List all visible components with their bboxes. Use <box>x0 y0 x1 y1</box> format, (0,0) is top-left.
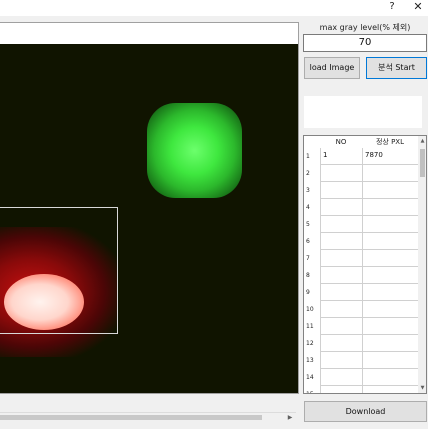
table-row[interactable]: 10 <box>304 301 418 318</box>
horizontal-scrollbar[interactable]: ▶ <box>0 412 296 422</box>
cell-no[interactable] <box>320 165 362 182</box>
table-row[interactable]: 2 <box>304 165 418 182</box>
cell-pxl[interactable] <box>362 386 418 393</box>
table-row[interactable]: 15 <box>304 386 418 393</box>
row-number: 3 <box>306 187 310 194</box>
scroll-right-arrow-icon[interactable]: ▶ <box>284 413 296 422</box>
max-gray-level-label: max gray level(% 제외) <box>319 23 411 32</box>
title-bar: ? ✕ <box>0 0 428 16</box>
image-viewer[interactable] <box>0 22 299 394</box>
row-number: 4 <box>306 204 310 211</box>
download-button[interactable]: Download <box>304 401 427 422</box>
cell-pxl[interactable] <box>362 318 418 335</box>
cell-pxl[interactable] <box>362 284 418 301</box>
cell-no[interactable] <box>320 318 362 335</box>
cell-pxl[interactable] <box>362 335 418 352</box>
results-table[interactable]: NO 정상 PXL 11787023456789101112131415 ▲ ▼ <box>303 135 427 394</box>
cell-no[interactable] <box>320 352 362 369</box>
table-header: NO 정상 PXL <box>304 136 418 148</box>
max-gray-level-input[interactable]: 70 <box>303 34 427 52</box>
cell-pxl[interactable] <box>362 369 418 386</box>
table-row[interactable]: 6 <box>304 233 418 250</box>
cell-pxl[interactable] <box>362 199 418 216</box>
start-analysis-button[interactable]: 분석 Start <box>366 57 427 79</box>
table-row[interactable]: 9 <box>304 284 418 301</box>
cell-no[interactable] <box>320 199 362 216</box>
scroll-up-arrow-icon[interactable]: ▲ <box>418 136 426 146</box>
row-number: 5 <box>306 221 310 228</box>
cell-pxl[interactable] <box>362 301 418 318</box>
cell-no[interactable] <box>320 182 362 199</box>
cell-no[interactable] <box>320 335 362 352</box>
green-fluorescence-spot <box>147 103 242 198</box>
column-header-pxl[interactable]: 정상 PXL <box>362 136 418 148</box>
row-number: 10 <box>306 306 314 313</box>
row-number: 8 <box>306 272 310 279</box>
row-number: 13 <box>306 357 314 364</box>
row-number: 14 <box>306 374 314 381</box>
table-row[interactable]: 13 <box>304 352 418 369</box>
roi-selection-box[interactable] <box>0 207 118 334</box>
cell-pxl[interactable] <box>362 267 418 284</box>
cell-no[interactable] <box>320 301 362 318</box>
table-row[interactable]: 1 1 7870 <box>304 148 418 165</box>
cell-pxl[interactable] <box>362 216 418 233</box>
table-row[interactable]: 8 <box>304 267 418 284</box>
vertical-scroll-thumb[interactable] <box>420 149 425 177</box>
row-number: 11 <box>306 323 314 330</box>
table-row[interactable]: 3 <box>304 182 418 199</box>
cell-pxl[interactable]: 7870 <box>362 148 418 165</box>
cell-no[interactable]: 1 <box>320 148 362 165</box>
cell-pxl[interactable] <box>362 165 418 182</box>
row-number: 7 <box>306 255 310 262</box>
row-number: 2 <box>306 170 310 177</box>
fluorescence-image <box>0 44 298 393</box>
table-row[interactable]: 4 <box>304 199 418 216</box>
row-number: 9 <box>306 289 310 296</box>
table-row[interactable]: 5 <box>304 216 418 233</box>
horizontal-scroll-thumb[interactable] <box>0 415 262 420</box>
row-number: 12 <box>306 340 314 347</box>
cell-pxl[interactable] <box>362 250 418 267</box>
load-image-button[interactable]: load Image <box>304 57 360 79</box>
status-area <box>304 96 422 128</box>
cell-no[interactable] <box>320 250 362 267</box>
cell-no[interactable] <box>320 386 362 393</box>
cell-no[interactable] <box>320 267 362 284</box>
row-number: 6 <box>306 238 310 245</box>
cell-pxl[interactable] <box>362 352 418 369</box>
cell-no[interactable] <box>320 284 362 301</box>
table-row[interactable]: 14 <box>304 369 418 386</box>
column-header-no[interactable]: NO <box>320 136 362 148</box>
cell-no[interactable] <box>320 233 362 250</box>
table-corner <box>304 136 320 148</box>
row-number: 1 <box>306 153 310 160</box>
table-row[interactable]: 7 <box>304 250 418 267</box>
help-button[interactable]: ? <box>382 0 402 16</box>
table-row[interactable]: 11 <box>304 318 418 335</box>
scroll-down-arrow-icon[interactable]: ▼ <box>418 383 426 393</box>
close-button[interactable]: ✕ <box>408 0 428 16</box>
cell-pxl[interactable] <box>362 233 418 250</box>
cell-no[interactable] <box>320 216 362 233</box>
table-row[interactable]: 12 <box>304 335 418 352</box>
cell-no[interactable] <box>320 369 362 386</box>
vertical-scrollbar[interactable]: ▲ ▼ <box>418 136 426 393</box>
row-number: 15 <box>304 386 320 393</box>
cell-pxl[interactable] <box>362 182 418 199</box>
